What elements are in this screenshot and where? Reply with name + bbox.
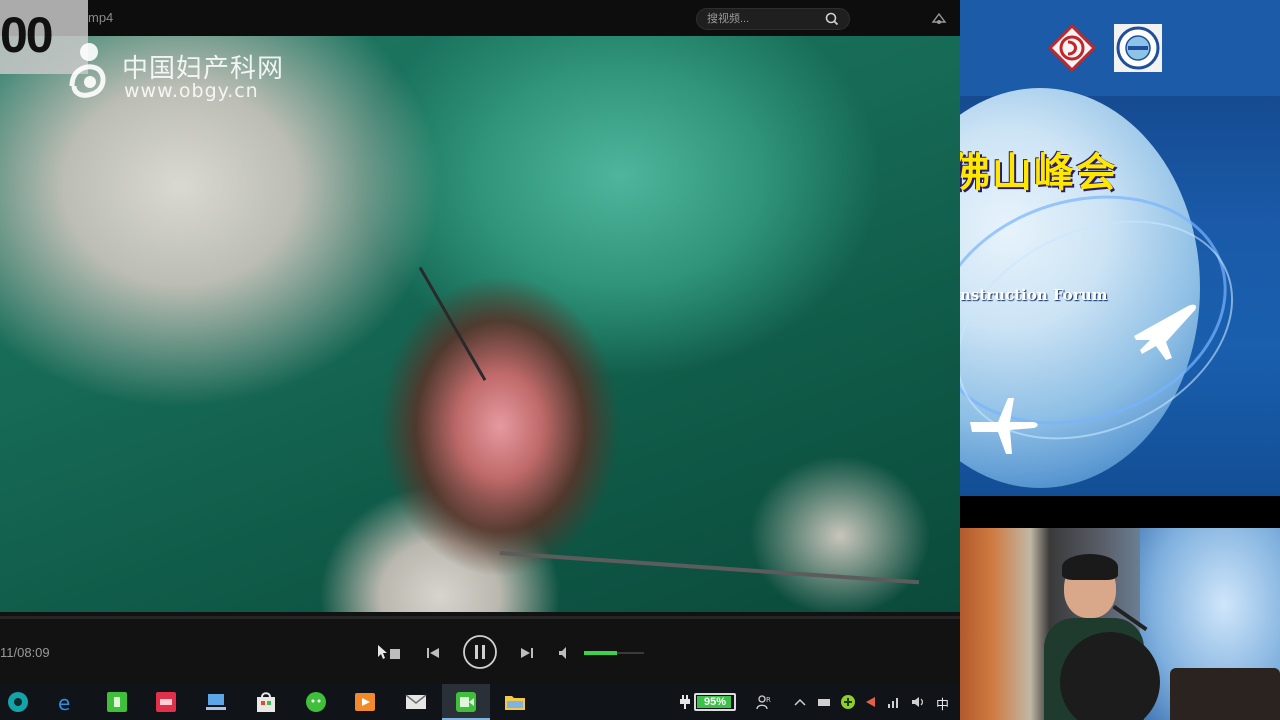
- media-icon[interactable]: [353, 690, 377, 714]
- stop-icon[interactable]: [376, 642, 404, 664]
- surgical-instrument: [499, 551, 920, 585]
- player-titlebar: mp4: [0, 0, 960, 36]
- store-icon[interactable]: [254, 690, 278, 714]
- chat-icon[interactable]: [304, 690, 328, 714]
- volume-icon[interactable]: [556, 644, 574, 662]
- timecode-text: 00: [0, 7, 54, 63]
- search-icon[interactable]: [819, 11, 845, 27]
- svg-text:e: e: [58, 691, 70, 714]
- chevron-up-icon[interactable]: [792, 694, 808, 710]
- video-player: mp4 00: [0, 0, 960, 720]
- previous-icon[interactable]: [424, 644, 442, 662]
- tray-security-icon[interactable]: [840, 694, 856, 710]
- association-logo-icon: [1048, 24, 1096, 72]
- player-controls: 11/08:09: [0, 612, 960, 684]
- volume-slider[interactable]: [584, 651, 644, 655]
- progress-bar[interactable]: [0, 616, 960, 619]
- svg-text:R: R: [766, 696, 771, 704]
- ime-indicator[interactable]: 中: [936, 694, 949, 713]
- video-app-icon[interactable]: [454, 690, 478, 714]
- airplane-icon: [1134, 304, 1197, 360]
- start-icon[interactable]: [6, 690, 30, 714]
- volume-level: [584, 651, 617, 655]
- time-readout: 11/08:09: [0, 645, 50, 660]
- taskbar: e 95% R 中: [0, 684, 960, 720]
- mail-icon[interactable]: [404, 690, 428, 714]
- tray-device-icon[interactable]: [816, 694, 832, 710]
- slide-subtitle: nstruction Forum: [960, 286, 1108, 304]
- obgy-logo-icon: [69, 43, 106, 98]
- folder-icon[interactable]: [503, 690, 527, 714]
- airplane-icon: [970, 398, 1038, 454]
- green-app-icon[interactable]: [105, 690, 129, 714]
- presentation-slide: 佛山峰会 nstruction Forum: [960, 0, 1280, 496]
- battery-indicator[interactable]: 95%: [694, 693, 736, 711]
- next-icon[interactable]: [518, 644, 536, 662]
- computer-icon[interactable]: [204, 690, 228, 714]
- speaker-camera-feed: [960, 528, 1280, 720]
- search-input[interactable]: [707, 11, 817, 27]
- slide-title: 佛山峰会: [960, 150, 1118, 196]
- hospital-seal-icon: [1114, 24, 1162, 72]
- battery-percent: 95%: [703, 696, 727, 708]
- site-watermark: 中国妇产科网 www.obgy.cn: [66, 40, 326, 104]
- skin-icon[interactable]: [930, 10, 948, 26]
- watermark-site-url: www.obgy.cn: [124, 80, 259, 102]
- pause-icon[interactable]: [462, 634, 498, 670]
- power-plug-icon: [680, 695, 690, 709]
- video-frame[interactable]: [0, 36, 960, 612]
- speaker-icon[interactable]: [910, 694, 926, 710]
- red-app-icon[interactable]: [154, 690, 178, 714]
- tray-flag-icon[interactable]: [862, 694, 878, 710]
- search-box[interactable]: [696, 8, 850, 30]
- speaker-hair: [1062, 554, 1118, 580]
- desktop: mp4 00: [0, 0, 1280, 720]
- podium: [1170, 668, 1280, 720]
- edge-icon[interactable]: e: [55, 690, 79, 714]
- tray-network-icon[interactable]: [886, 694, 902, 710]
- people-icon[interactable]: R: [756, 694, 772, 710]
- surgical-instrument: [418, 266, 487, 381]
- file-title: mp4: [88, 10, 114, 25]
